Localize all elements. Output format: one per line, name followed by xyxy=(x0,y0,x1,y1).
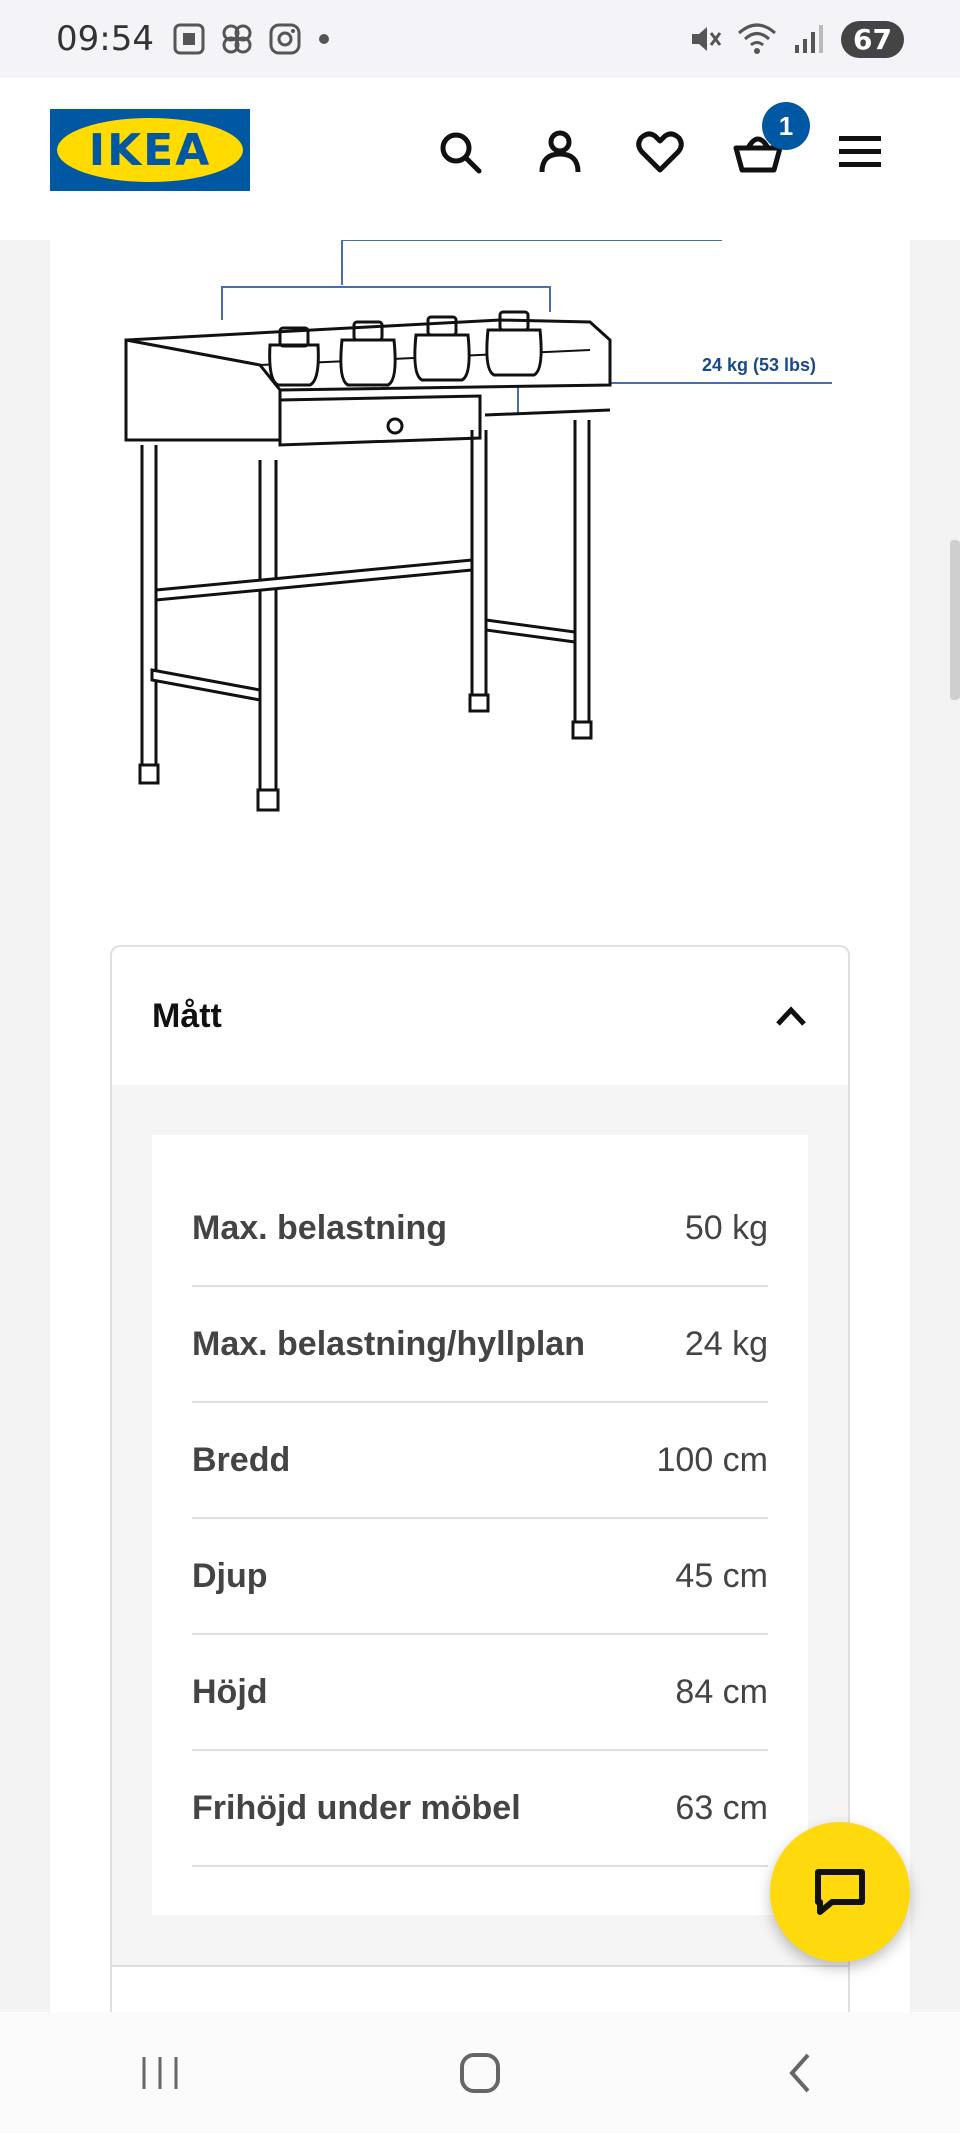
menu-icon xyxy=(839,136,881,167)
logo-text: IKEA xyxy=(88,124,212,176)
product-load-diagram[interactable]: 24 kg (53 lbs) xyxy=(120,239,900,840)
dimension-label: Djup xyxy=(192,1556,268,1595)
back-icon xyxy=(789,2053,810,2092)
dimension-label: Frihöjd under möbel xyxy=(192,1788,521,1827)
account-icon xyxy=(539,130,581,173)
dimensions-accordion-header[interactable]: Mått xyxy=(112,947,848,1085)
status-time: 09:54 xyxy=(56,19,154,59)
search-button[interactable] xyxy=(430,122,490,182)
dimension-value: 63 cm xyxy=(675,1788,768,1827)
site-header: IKEA 1 xyxy=(0,78,960,240)
dimension-value: 24 kg xyxy=(684,1324,768,1363)
dimension-row: Höjd 84 cm xyxy=(192,1635,768,1751)
home-icon xyxy=(460,2052,500,2093)
dimensions-title: Mått xyxy=(152,996,222,1035)
cart-count-badge: 1 xyxy=(762,102,810,150)
product-content: 24 kg (53 lbs) Mått Max. belastning 50 k… xyxy=(50,239,910,2037)
dimension-label: Höjd xyxy=(192,1672,268,1711)
dimensions-panel: Max. belastning 50 kg Max. belastning/hy… xyxy=(112,1085,848,1965)
section-divider xyxy=(112,1965,848,1967)
dimension-value: 84 cm xyxy=(675,1672,768,1711)
dimension-label: Max. belastning xyxy=(192,1208,448,1247)
menu-button[interactable] xyxy=(830,122,890,182)
dimensions-table: Max. belastning 50 kg Max. belastning/hy… xyxy=(152,1135,808,1915)
wifi-icon xyxy=(738,23,777,54)
screenshot-icon xyxy=(173,23,205,55)
recent-apps-button[interactable] xyxy=(120,2033,200,2113)
dimension-label: Bredd xyxy=(192,1440,291,1479)
system-navigation-bar xyxy=(0,2012,960,2133)
load-label: 24 kg (53 lbs) xyxy=(702,355,816,375)
chat-button[interactable] xyxy=(770,1822,910,1962)
dimension-value: 100 cm xyxy=(656,1440,769,1479)
dimension-row: Frihöjd under möbel 63 cm xyxy=(192,1751,768,1867)
chat-bubble-icon xyxy=(815,1869,865,1915)
dimension-value: 50 kg xyxy=(684,1208,768,1247)
dimensions-accordion: Mått Max. belastning 50 kg Max. belastni… xyxy=(110,945,850,2037)
dimension-row: Djup 45 cm xyxy=(192,1519,768,1635)
favorites-button[interactable] xyxy=(630,122,690,182)
page-scrollbar[interactable] xyxy=(950,540,960,700)
desk-load-drawing: 24 kg (53 lbs) xyxy=(124,239,832,812)
dimension-row: Max. belastning 50 kg xyxy=(192,1171,768,1287)
dimension-label: Max. belastning/hyllplan xyxy=(192,1324,585,1363)
chevron-up-icon[interactable] xyxy=(774,1004,808,1028)
home-button[interactable] xyxy=(440,2033,520,2113)
logo-oval: IKEA xyxy=(57,118,243,182)
dimension-row: Max. belastning/hyllplan 24 kg xyxy=(192,1287,768,1403)
heart-icon xyxy=(636,131,684,173)
status-bar: 09:54 67 xyxy=(0,0,960,78)
dimension-row: Bredd 100 cm xyxy=(192,1403,768,1519)
dot-icon xyxy=(318,34,329,44)
signal-icon xyxy=(795,25,824,53)
instagram-icon xyxy=(269,23,301,55)
battery-indicator: 67 xyxy=(841,20,904,58)
mute-icon xyxy=(692,27,722,51)
ikea-logo[interactable]: IKEA xyxy=(50,109,250,191)
back-button[interactable] xyxy=(760,2033,840,2113)
pinwheel-icon xyxy=(222,24,252,54)
dimension-value: 45 cm xyxy=(675,1556,768,1595)
search-icon xyxy=(440,132,482,174)
account-button[interactable] xyxy=(530,122,590,182)
recent-apps-icon xyxy=(142,2056,178,2089)
